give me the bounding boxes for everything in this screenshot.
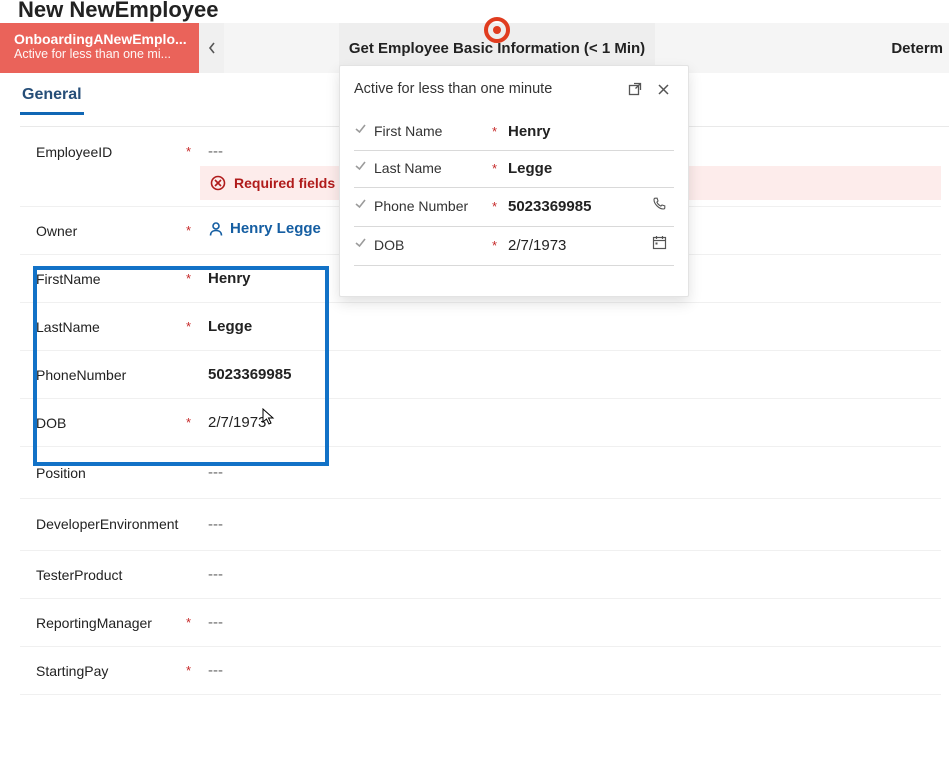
label-phonenumber: PhoneNumber — [36, 367, 186, 383]
value-phonenumber[interactable]: 5023369985 — [200, 366, 291, 383]
label-position: Position — [36, 465, 186, 481]
value-dob[interactable]: 2/7/1973 — [200, 414, 266, 431]
panel-value-lastname[interactable]: Legge — [508, 160, 674, 177]
owner-name: Henry Legge — [230, 220, 321, 237]
value-startingpay[interactable]: --- — [200, 662, 223, 679]
chevron-left-icon — [207, 41, 217, 55]
value-employeeid[interactable]: --- — [200, 143, 223, 160]
panel-label-lastname: Last Name — [372, 160, 492, 176]
panel-value-firstname[interactable]: Henry — [508, 123, 674, 140]
required-marker: * — [186, 415, 200, 430]
row-reportingmanager: ReportingManager * --- — [20, 599, 941, 647]
panel-field-lastname[interactable]: Last Name * Legge — [354, 151, 674, 188]
panel-header-text: Active for less than one minute — [354, 81, 552, 97]
required-marker: * — [186, 144, 200, 159]
panel-close-button[interactable] — [652, 78, 674, 100]
check-icon — [354, 236, 367, 249]
required-marker: * — [186, 663, 200, 678]
required-marker: * — [492, 238, 508, 253]
target-marker-icon — [484, 17, 510, 43]
date-picker-button[interactable] — [652, 235, 674, 255]
label-owner: Owner — [36, 223, 186, 239]
required-marker: * — [492, 161, 508, 176]
panel-field-phone[interactable]: Phone Number * 5023369985 — [354, 188, 674, 227]
label-developerenvironment: DeveloperEnvironment — [36, 515, 186, 533]
required-marker: * — [492, 199, 508, 214]
process-back-button[interactable] — [199, 23, 224, 73]
panel-value-dob[interactable]: 2/7/1973 — [508, 237, 652, 254]
required-marker: * — [186, 319, 200, 334]
tabs: General — [20, 82, 84, 115]
stage-flyout-panel: Active for less than one minute First Na… — [339, 65, 689, 297]
phone-icon — [652, 196, 667, 211]
row-developerenvironment: DeveloperEnvironment --- — [20, 499, 941, 551]
panel-field-firstname[interactable]: First Name * Henry — [354, 114, 674, 151]
check-icon — [354, 159, 367, 172]
label-lastname: LastName — [36, 319, 186, 335]
value-developerenvironment[interactable]: --- — [200, 516, 223, 533]
process-stage-next[interactable]: Determ — [891, 23, 949, 73]
value-position[interactable]: --- — [200, 464, 223, 481]
phone-call-button[interactable] — [652, 196, 674, 216]
process-stage-onboarding[interactable]: OnboardingANewEmplo... Active for less t… — [0, 23, 199, 73]
row-phonenumber: PhoneNumber 5023369985 — [20, 351, 941, 399]
required-marker: * — [492, 124, 508, 139]
error-icon — [210, 175, 226, 191]
error-text: Required fields — [234, 175, 335, 191]
label-testerproduct: TesterProduct — [36, 567, 186, 583]
stage-1-title: OnboardingANewEmplo... — [14, 31, 189, 47]
label-reportingmanager: ReportingManager — [36, 615, 186, 631]
popout-icon — [628, 82, 642, 96]
required-marker: * — [186, 223, 200, 238]
value-reportingmanager[interactable]: --- — [200, 614, 223, 631]
label-employeeid: EmployeeID — [36, 144, 186, 160]
panel-value-phone[interactable]: 5023369985 — [508, 198, 652, 215]
row-position: Position --- — [20, 447, 941, 499]
stage-right-label: Determ — [891, 40, 943, 57]
tab-general[interactable]: General — [20, 82, 84, 115]
row-startingpay: StartingPay * --- — [20, 647, 941, 695]
value-firstname[interactable]: Henry — [200, 270, 251, 287]
person-icon — [208, 221, 224, 237]
panel-label-firstname: First Name — [372, 123, 492, 139]
required-marker: * — [186, 271, 200, 286]
label-dob: DOB — [36, 415, 186, 431]
panel-field-dob[interactable]: DOB * 2/7/1973 — [354, 227, 674, 266]
close-icon — [657, 83, 670, 96]
label-startingpay: StartingPay — [36, 663, 186, 679]
row-lastname: LastName * Legge — [20, 303, 941, 351]
panel-label-phone: Phone Number — [372, 198, 492, 214]
value-lastname[interactable]: Legge — [200, 318, 252, 335]
panel-popout-button[interactable] — [624, 78, 646, 100]
check-icon — [354, 197, 367, 210]
check-icon — [354, 122, 367, 135]
stage-1-subtitle: Active for less than one mi... — [14, 47, 189, 61]
row-dob: DOB * 2/7/1973 — [20, 399, 941, 447]
value-testerproduct[interactable]: --- — [200, 566, 223, 583]
label-firstname: FirstName — [36, 271, 186, 287]
value-owner[interactable]: Henry Legge — [200, 220, 321, 241]
panel-label-dob: DOB — [372, 237, 492, 253]
required-marker: * — [186, 615, 200, 630]
row-testerproduct: TesterProduct --- — [20, 551, 941, 599]
calendar-icon — [652, 235, 667, 250]
